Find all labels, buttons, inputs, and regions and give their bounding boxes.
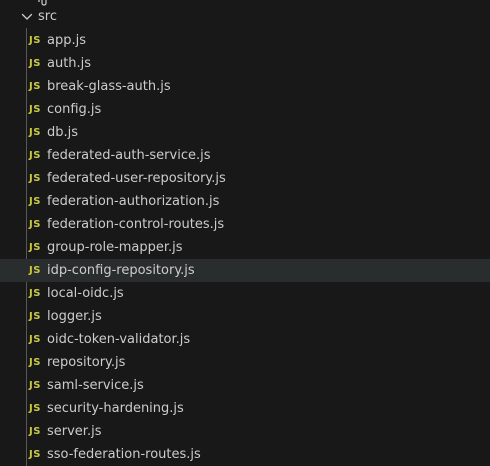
file-name: security-hardening.js — [47, 401, 184, 416]
file-row[interactable]: JS security-hardening.js — [0, 397, 490, 420]
folder-src[interactable]: src — [0, 6, 490, 28]
folder-label: src — [38, 9, 57, 24]
file-name: server.js — [47, 424, 102, 439]
file-name: federation-control-routes.js — [47, 217, 225, 232]
javascript-file-icon: JS — [29, 311, 41, 322]
file-row[interactable]: JS db.js — [0, 121, 490, 144]
file-row[interactable]: JS auth.js — [0, 52, 490, 75]
file-row[interactable]: JS repository.js — [0, 351, 490, 374]
javascript-file-icon: JS — [29, 288, 41, 299]
file-name: local-oidc.js — [47, 286, 124, 301]
javascript-file-icon: JS — [29, 449, 41, 460]
file-row[interactable]: JS federation-control-routes.js — [0, 213, 490, 236]
file-row[interactable]: JS break-glass-auth.js — [0, 75, 490, 98]
file-row[interactable]: JS app.js — [0, 29, 490, 52]
file-row[interactable]: JS federation-authorization.js — [0, 190, 490, 213]
file-name: oidc-token-validator.js — [47, 332, 191, 347]
file-row[interactable]: JS federated-auth-service.js — [0, 144, 490, 167]
file-list: JS app.js JS auth.js JS break-glass-auth.js JS… — [0, 29, 490, 466]
file-name: idp-config-repository.js — [47, 263, 195, 278]
file-name: app.js — [47, 33, 86, 48]
file-name: federated-user-repository.js — [47, 171, 226, 186]
javascript-file-icon: JS — [29, 150, 41, 161]
file-row[interactable]: JS federated-user-repository.js — [0, 167, 490, 190]
javascript-file-icon: JS — [29, 265, 41, 276]
javascript-file-icon: JS — [29, 196, 41, 207]
file-name: federation-authorization.js — [47, 194, 220, 209]
file-row[interactable]: JS idp-config-repository.js — [0, 259, 490, 282]
javascript-file-icon: JS — [29, 219, 41, 230]
javascript-file-icon: JS — [29, 403, 41, 414]
file-name: auth.js — [47, 56, 92, 71]
file-row[interactable]: JS group-role-mapper.js — [0, 236, 490, 259]
javascript-file-icon: JS — [29, 380, 41, 391]
chevron-down-icon[interactable] — [19, 9, 35, 25]
file-name: repository.js — [47, 355, 126, 370]
file-row[interactable]: JS saml-service.js — [0, 374, 490, 397]
javascript-file-icon: JS — [29, 242, 41, 253]
javascript-file-icon: JS — [29, 35, 41, 46]
file-row[interactable]: JS oidc-token-validator.js — [0, 328, 490, 351]
file-name: saml-service.js — [47, 378, 144, 393]
file-name: sso-federation-routes.js — [47, 447, 201, 462]
javascript-file-icon: JS — [29, 334, 41, 345]
javascript-file-icon: JS — [29, 58, 41, 69]
file-explorer: src JS app.js JS auth.js JS break-glass-auth.… — [0, 0, 490, 466]
file-name: config.js — [47, 102, 102, 117]
file-row[interactable]: JS sso-federation-routes.js — [0, 443, 490, 466]
file-name: break-glass-auth.js — [47, 79, 171, 94]
file-name: db.js — [47, 125, 79, 140]
javascript-file-icon: JS — [29, 81, 41, 92]
javascript-file-icon: JS — [29, 127, 41, 138]
file-row[interactable]: JS logger.js — [0, 305, 490, 328]
javascript-file-icon: JS — [29, 357, 41, 368]
javascript-file-icon: JS — [29, 426, 41, 437]
file-row[interactable]: JS config.js — [0, 98, 490, 121]
javascript-file-icon: JS — [29, 104, 41, 115]
javascript-file-icon: JS — [29, 173, 41, 184]
file-name: federated-auth-service.js — [47, 148, 211, 163]
file-name: group-role-mapper.js — [47, 240, 183, 255]
file-name: logger.js — [47, 309, 102, 324]
file-row[interactable]: JS server.js — [0, 420, 490, 443]
file-row[interactable]: JS local-oidc.js — [0, 282, 490, 305]
